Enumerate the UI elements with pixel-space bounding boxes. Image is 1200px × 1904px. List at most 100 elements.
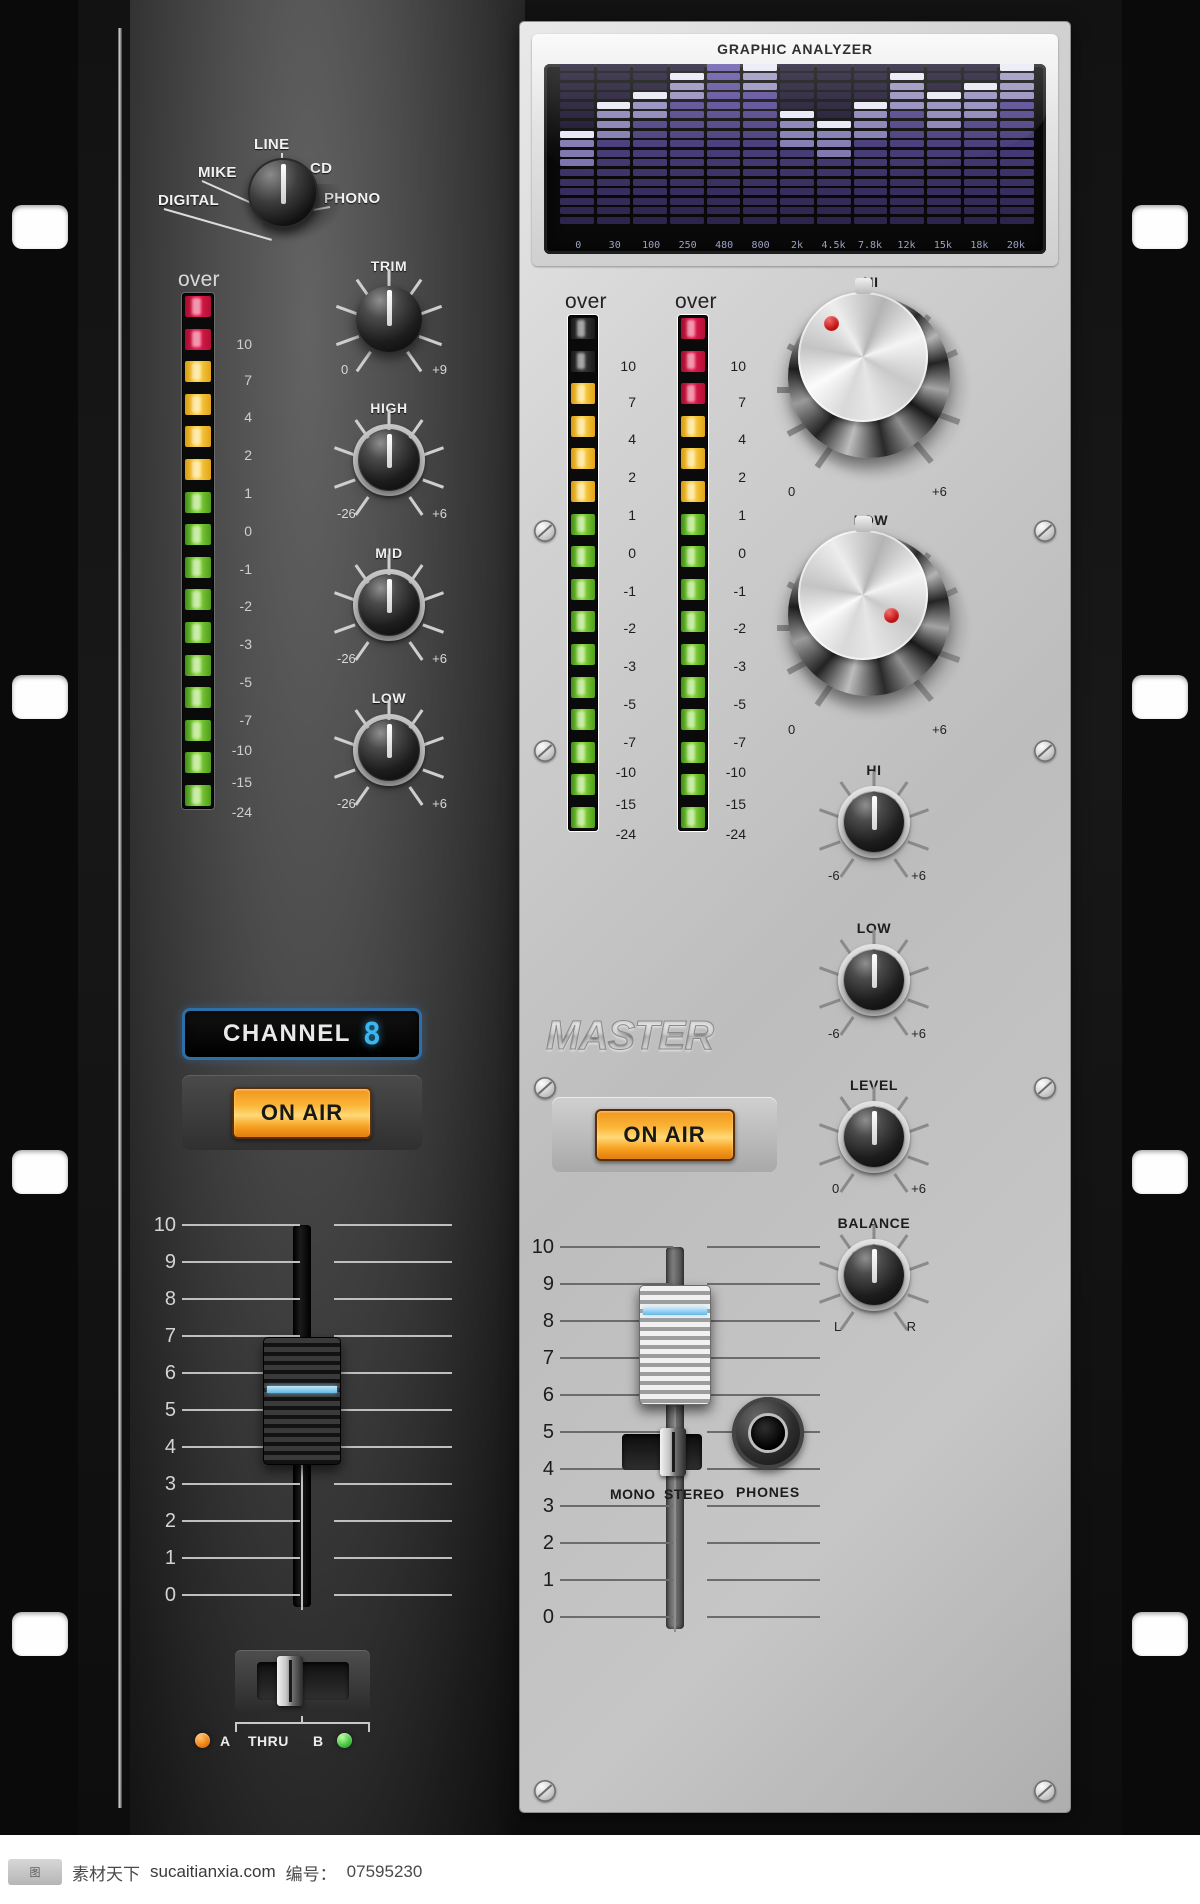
spectrum-cell [633, 101, 668, 109]
meter-scale-label: -24 [725, 826, 746, 842]
spectrum-cell [963, 178, 998, 186]
spectrum-cell [1000, 92, 1034, 100]
source-selector[interactable]: DIGITAL MIKE LINE CD PHONO [130, 128, 525, 243]
meter-scale-label: 4 [244, 409, 252, 425]
spectrum-cell [926, 111, 961, 119]
spectrum-cell [780, 130, 814, 138]
knob-min-label: -26 [337, 796, 356, 811]
spectrum-column [890, 64, 924, 224]
channel-thru-switch-lever[interactable] [277, 1656, 303, 1706]
meter-scale-label: -2 [733, 620, 746, 636]
source-option-line[interactable]: LINE [254, 136, 289, 153]
spectrum-cell [706, 101, 741, 109]
phones-jack[interactable] [732, 1397, 804, 1469]
master-fader-handle[interactable] [639, 1285, 711, 1405]
spectrum-cell [963, 92, 998, 100]
master-knob-low-small[interactable]: LOW -6 +6 [810, 920, 938, 1050]
meter-segment [185, 361, 211, 383]
master-panel: GRAPHIC ANALYZER 0 30 100 250 480 800 2k… [520, 22, 1070, 1812]
knob-dial[interactable] [359, 720, 419, 780]
spectrum-cell [596, 111, 631, 119]
knob-pointer [386, 724, 392, 758]
source-selector-knob[interactable] [248, 158, 318, 228]
spectrum-cell [926, 149, 961, 157]
master-on-air-button[interactable]: ON AIR [594, 1108, 735, 1161]
knob-cap[interactable] [798, 530, 928, 660]
fader-scale-row: 0 [152, 1585, 452, 1605]
master-knob-low[interactable]: LOW 0 +6 [756, 512, 986, 747]
meter-segment [185, 296, 211, 317]
spectrum-cell [853, 140, 888, 148]
spectrum-cell [596, 130, 631, 138]
spectrum-cell [596, 207, 631, 215]
master-on-air-plate: ON AIR [552, 1097, 777, 1172]
knob-dial[interactable] [359, 575, 419, 635]
source-option-digital[interactable]: DIGITAL [158, 192, 219, 209]
spectrum-cell [670, 207, 704, 215]
channel-on-air-button[interactable]: ON AIR [232, 1086, 372, 1139]
fader-scale-label: 1 [164, 1547, 176, 1569]
meter-segment [681, 318, 705, 339]
meter-segment [681, 806, 705, 828]
mode-switch-label-mono[interactable]: MONO [610, 1486, 656, 1502]
knob-cap[interactable] [798, 292, 928, 422]
spectrum-cell [890, 92, 924, 100]
spectrum-cell [890, 101, 924, 109]
spectrum-cell [670, 168, 704, 177]
meter-scale-label: -3 [239, 636, 252, 652]
knob-dial[interactable] [844, 1107, 904, 1167]
knob-dial[interactable] [844, 1245, 904, 1305]
freq-label: 12k [897, 240, 916, 251]
knob-dial[interactable] [844, 792, 904, 852]
spectrum-cell [816, 168, 851, 177]
knob-low[interactable]: LOW -26 +6 [325, 690, 453, 820]
fader-scale-row: 10 [152, 1215, 452, 1235]
channel-meter-over-label: over [178, 268, 220, 291]
channel-switch-led-a [195, 1733, 210, 1748]
master-knob-hi[interactable]: HI 0 +6 [756, 274, 986, 509]
spectrum-cell [743, 73, 778, 81]
channel-thru-switch-slot[interactable] [257, 1662, 349, 1700]
spectrum-cell [890, 120, 924, 129]
spectrum-cell [1000, 149, 1034, 157]
channel-fader[interactable]: 10 9 8 7 6 5 4 3 2 1 0 [152, 1215, 452, 1615]
channel-fader-handle[interactable] [263, 1337, 341, 1465]
meter-scale-label: -15 [231, 774, 252, 790]
panel-screw [534, 1077, 556, 1099]
spectrum-cell [633, 73, 668, 81]
spectrum-cell [780, 159, 814, 167]
fader-scale-label: 7 [542, 1347, 554, 1369]
spectrum-cell [670, 149, 704, 157]
source-option-mike[interactable]: MIKE [198, 164, 237, 181]
knob-high[interactable]: HIGH -26 +6 [325, 400, 453, 530]
knob-dial[interactable] [356, 286, 422, 352]
meter-scale-label: 2 [738, 469, 746, 485]
freq-label: 15k [933, 240, 952, 251]
source-option-cd[interactable]: CD [310, 160, 332, 177]
master-knob-level[interactable]: LEVEL 0 +6 [810, 1077, 938, 1207]
spectrum-cell [780, 92, 814, 100]
fader-scale-row: 9 [152, 1252, 452, 1272]
spectrum-cell [926, 73, 961, 81]
mode-switch-lever[interactable] [660, 1428, 686, 1476]
spectrum-cell [633, 64, 668, 71]
spectrum-cell [743, 207, 778, 215]
meter-scale-label: -1 [623, 583, 636, 599]
spectrum-cell [963, 130, 998, 138]
spectrum-cell [853, 178, 888, 186]
knob-mid[interactable]: MID -26 +6 [325, 545, 453, 675]
knob-dial[interactable] [844, 950, 904, 1010]
master-knob-balance[interactable]: BALANCE L R [810, 1215, 938, 1345]
knob-min-label: 0 [341, 362, 349, 377]
knob-trim[interactable]: TRIM 0 +9 [325, 258, 453, 386]
master-knob-hi-small[interactable]: HI -6 +6 [810, 762, 938, 892]
spectrum-cell [670, 101, 704, 109]
knob-top-notch [855, 516, 872, 532]
spectrum-cell [963, 101, 998, 109]
spectrum-cell [560, 207, 594, 215]
meter-segment [571, 480, 595, 502]
spectrum-cell [780, 197, 814, 205]
spectrum-cell [853, 130, 888, 138]
freq-label: 4.5k [821, 240, 846, 251]
knob-dial[interactable] [359, 430, 419, 490]
